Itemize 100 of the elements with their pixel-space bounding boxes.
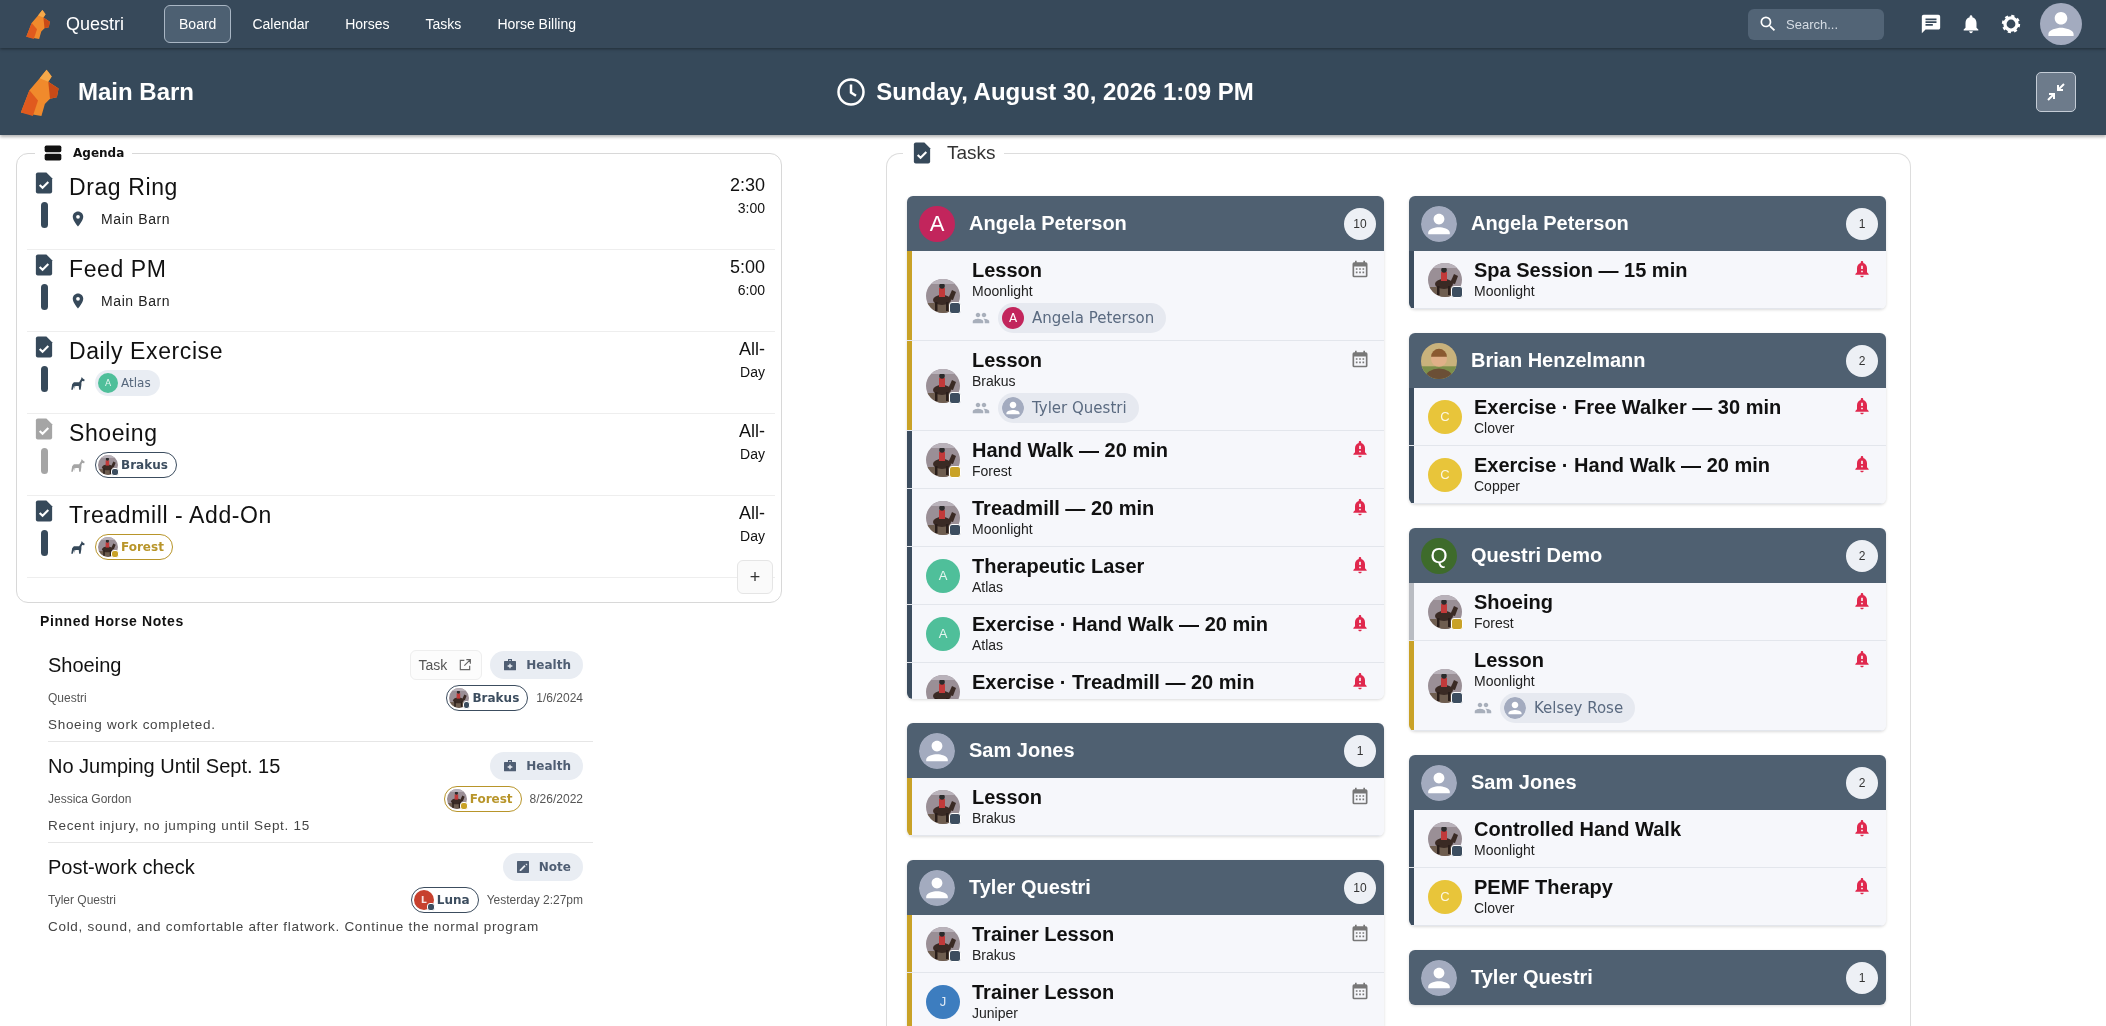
- count-badge: 10: [1344, 207, 1376, 240]
- letter-avatar: C: [1428, 399, 1462, 434]
- letter-avatar: A: [919, 205, 955, 242]
- horse-name: Atlas: [972, 578, 1005, 596]
- horse-name: Brakus: [972, 946, 1017, 964]
- task-row[interactable]: Trainer Lesson Brakus: [907, 915, 1384, 973]
- note-text: Recent injury, no jumping until Sept. 15: [48, 818, 311, 833]
- participant-chip: A Angela Peterson: [998, 303, 1167, 333]
- alert-bell-icon: [1852, 259, 1872, 279]
- task-title: Trainer Lesson: [972, 922, 1116, 946]
- note-text: Cold, sound, and comfortable after flatwork. Continue the normal program: [48, 919, 540, 934]
- task-row[interactable]: Controlled Hand Walk Moonlight: [1409, 810, 1886, 868]
- event-title: Shoeing: [69, 419, 159, 448]
- horse-name: Copper: [1474, 477, 1521, 495]
- letter-avatar: Q: [1421, 537, 1457, 574]
- note-title: Post-work check: [48, 855, 195, 879]
- settings-icon[interactable]: [2000, 13, 2022, 35]
- task-title: Lesson: [972, 348, 1044, 372]
- search-input[interactable]: Search...: [1784, 15, 1868, 33]
- task-row[interactable]: Hand Walk — 20 min Forest: [907, 431, 1384, 489]
- note-author: Jessica Gordon: [48, 792, 132, 806]
- event-title: Drag Ring: [69, 173, 179, 202]
- task-title: PEMF Therapy: [1474, 875, 1614, 899]
- note-text: Shoeing work completed.: [48, 717, 217, 732]
- collapse-button[interactable]: [2036, 71, 2076, 112]
- task-row[interactable]: C PEMF Therapy Clover: [1409, 868, 1886, 926]
- horse-name: Moonlight: [972, 520, 1034, 538]
- letter-avatar: J: [926, 984, 960, 1019]
- task-row[interactable]: A Therapeutic Laser Atlas: [907, 547, 1384, 605]
- letter-avatar: C: [1428, 879, 1462, 914]
- nav-tab[interactable]: Horses: [330, 5, 405, 43]
- horse-name: Brakus: [472, 691, 520, 705]
- event-title: Daily Exercise: [69, 337, 225, 366]
- location-text: Main Barn: [101, 293, 171, 309]
- search-bar[interactable]: Search...: [1748, 8, 1884, 40]
- calendar-icon: [1350, 349, 1370, 369]
- task-row[interactable]: A Exercise · Hand Walk — 20 min Atlas: [907, 605, 1384, 663]
- chat-icon[interactable]: [1920, 13, 1942, 35]
- task-row[interactable]: Lesson Brakus Tyler Questri: [907, 341, 1384, 431]
- task-row[interactable]: Lesson Brakus: [907, 778, 1384, 836]
- alert-bell-icon: [1350, 671, 1370, 691]
- task-link[interactable]: Task: [409, 650, 483, 680]
- horse-name: Moonlight: [1474, 841, 1536, 859]
- horse-name: Brakus: [972, 809, 1017, 827]
- task-row[interactable]: Treadmill — 20 min Moonlight: [907, 489, 1384, 547]
- user-avatar-icon: [1504, 697, 1526, 719]
- task-row[interactable]: Lesson Moonlight A Angela Peterson: [907, 251, 1384, 341]
- task-title: Shoeing: [1474, 590, 1554, 614]
- count-badge: 2: [1846, 344, 1878, 377]
- assignee-name: Tyler Questri: [969, 876, 1091, 899]
- add-button[interactable]: +: [737, 560, 773, 594]
- count-badge: 1: [1846, 207, 1878, 240]
- letter-avatar: A: [98, 373, 118, 393]
- alert-bell-icon: [1852, 649, 1872, 669]
- user-avatar-icon: [1421, 764, 1457, 801]
- task-row[interactable]: C Exercise · Free Walker — 30 min Clover: [1409, 388, 1886, 446]
- horse-name: Clover: [1474, 419, 1516, 437]
- count-badge: 1: [1846, 961, 1878, 994]
- end-time: 3:00: [736, 199, 765, 218]
- alert-bell-icon: [1852, 454, 1872, 474]
- nav-tab[interactable]: Calendar: [237, 5, 325, 43]
- panel-title: Tasks: [947, 142, 996, 164]
- note-edit-icon: [514, 859, 531, 875]
- task-title: Treadmill — 20 min: [972, 496, 1156, 520]
- task-row[interactable]: Lesson Moonlight Kelsey Rose: [1409, 641, 1886, 731]
- nav-tab[interactable]: Horse Billing: [482, 5, 591, 43]
- end-time: Day: [739, 527, 765, 546]
- task-row[interactable]: J Trainer Lesson Juniper: [907, 973, 1384, 1026]
- task-row[interactable]: Spa Session — 15 min Moonlight: [1409, 251, 1886, 309]
- agenda-icon: [43, 143, 63, 163]
- external-link-icon: [457, 657, 474, 673]
- task-title: Exercise · Hand Walk — 20 min: [1474, 453, 1772, 477]
- alert-bell-icon: [1350, 613, 1370, 633]
- start-time: 5:00: [729, 256, 765, 279]
- horse-name: Brakus: [972, 372, 1017, 390]
- horse-name: Atlas: [121, 376, 151, 390]
- assignee-name: Tyler Questri: [1471, 966, 1593, 989]
- clock-icon: [836, 76, 867, 107]
- task-row[interactable]: C Exercise · Hand Walk — 20 min Copper: [1409, 446, 1886, 504]
- note-date: 1/6/2024: [536, 691, 583, 705]
- alert-bell-icon: [1852, 396, 1872, 416]
- nav-tab[interactable]: Tasks: [410, 5, 477, 43]
- status-bar: [40, 202, 48, 228]
- task-row[interactable]: Exercise · Treadmill — 20 min: [907, 663, 1384, 699]
- user-avatar-icon[interactable]: [2040, 3, 2082, 45]
- status-bar: [40, 366, 48, 392]
- horse-name: Luna: [436, 893, 470, 907]
- task-title: Therapeutic Laser: [972, 554, 1146, 578]
- task-row[interactable]: Shoeing Forest: [1409, 583, 1886, 641]
- status-bar: [40, 448, 48, 474]
- task-title: Lesson: [972, 785, 1044, 809]
- letter-avatar: C: [1428, 457, 1462, 492]
- date-time: Sunday, August 30, 2026 1:09 PM: [876, 77, 1254, 106]
- horse-name: Moonlight: [1474, 672, 1536, 690]
- participant-chip: Tyler Questri: [998, 393, 1139, 423]
- count-badge: 10: [1344, 871, 1376, 904]
- alert-bell-icon: [1852, 591, 1872, 611]
- brand-name[interactable]: Questri: [66, 13, 125, 35]
- nav-tab[interactable]: Board: [164, 5, 232, 43]
- task-title: Exercise · Free Walker — 30 min: [1474, 395, 1783, 419]
